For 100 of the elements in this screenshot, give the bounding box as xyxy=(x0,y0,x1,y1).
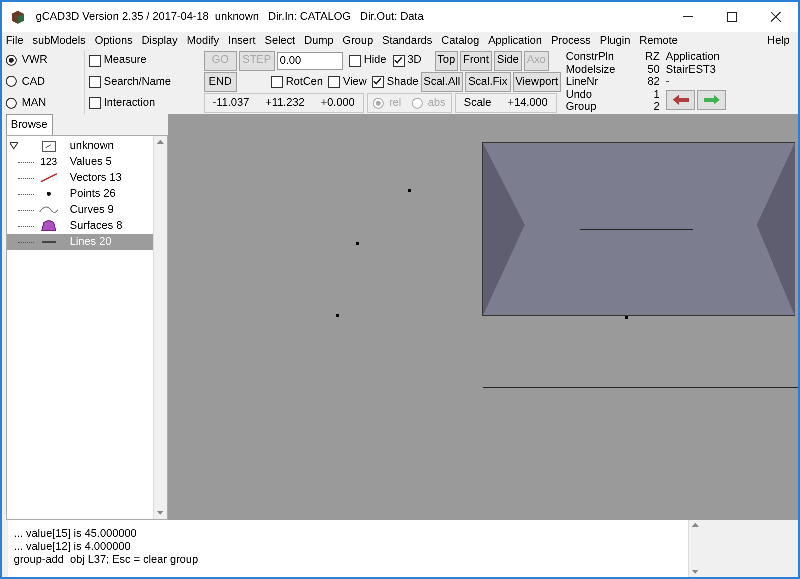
checkbox[interactable]: View xyxy=(328,74,367,90)
checkbox-box[interactable] xyxy=(271,76,283,88)
window-title: gCAD3D Version 2.35 / 2017-04-18 unknown Dir.In: CATALOG Dir.Out: Data xyxy=(36,10,425,25)
radio-button[interactable] xyxy=(6,55,17,66)
menu-item[interactable]: Group xyxy=(342,32,374,50)
tree-item[interactable]: Surfaces 8 xyxy=(7,218,153,234)
tree-item[interactable]: 123 Values 5 xyxy=(7,154,153,170)
checkbox[interactable]: Hide xyxy=(349,52,387,69)
tree-item[interactable]: unknown xyxy=(7,138,153,154)
back-button[interactable] xyxy=(666,90,695,110)
point xyxy=(336,314,339,317)
info-value: 82 xyxy=(648,76,660,88)
checkbox-box[interactable] xyxy=(89,97,101,110)
info-label: Undo xyxy=(566,88,592,101)
checkbox-box[interactable] xyxy=(89,54,101,67)
info-label: Group xyxy=(566,101,597,114)
checkbox-label: Shade xyxy=(386,74,419,90)
checkbox-box[interactable] xyxy=(372,76,384,88)
checkbox-box[interactable] xyxy=(328,76,340,88)
toolbar-button[interactable]: Scal.Fix xyxy=(465,72,511,92)
menu-item[interactable]: Options xyxy=(94,32,133,50)
menu-item[interactable]: Process xyxy=(551,32,592,50)
values-icon: 123 xyxy=(40,154,58,170)
maximize-icon[interactable] xyxy=(727,12,737,22)
checkbox-label: RotCen xyxy=(286,74,324,90)
message-line: ... value[15] is 45.000000 xyxy=(14,528,138,541)
checkbox-label: Interaction xyxy=(104,96,156,112)
checkbox-label: View xyxy=(343,74,367,90)
scale-value: +14.000 xyxy=(508,96,548,112)
radio-label: MAN xyxy=(22,96,46,112)
radio-option[interactable]: MAN xyxy=(6,95,84,112)
radio-option[interactable]: VWR xyxy=(6,52,84,69)
menu-item[interactable]: Plugin xyxy=(600,32,631,50)
menu-item[interactable]: Modify xyxy=(186,32,220,50)
info-value: 2 xyxy=(654,101,660,114)
tree-label: Points 26 xyxy=(70,186,116,202)
menu-item[interactable]: Application xyxy=(488,32,542,50)
tree-item[interactable]: Curves 9 xyxy=(7,202,153,218)
info-label: LineNr xyxy=(566,76,598,88)
application-text: Application xyxy=(666,51,721,64)
radio-label: CAD xyxy=(22,74,46,90)
document-icon xyxy=(42,140,56,152)
tree-label: Curves 9 xyxy=(70,202,114,218)
step-input[interactable]: 0.00 xyxy=(277,52,343,70)
checkbox[interactable]: Interaction xyxy=(89,95,204,112)
point xyxy=(408,189,411,192)
surface-icon xyxy=(41,220,57,232)
tree-label: Lines 20 xyxy=(70,234,112,250)
menu-item[interactable]: Standards xyxy=(382,32,433,50)
radio-option[interactable]: CAD xyxy=(6,74,84,90)
checkbox[interactable]: Search/Name xyxy=(89,74,204,90)
radio-button[interactable] xyxy=(6,98,17,109)
browse-tab[interactable]: Browse xyxy=(6,114,53,135)
info-value: RZ xyxy=(645,51,660,64)
checkbox-label: 3D xyxy=(408,53,422,68)
point xyxy=(625,316,628,319)
checkbox-label: Hide xyxy=(364,53,387,68)
menu-item[interactable]: Display xyxy=(142,32,178,50)
tree-item[interactable]: Vectors 13 xyxy=(7,170,153,186)
menu-item[interactable]: Insert xyxy=(228,32,256,50)
menu-item[interactable]: File xyxy=(6,32,24,50)
menu-item[interactable]: Select xyxy=(264,32,296,50)
checkbox-box[interactable] xyxy=(349,54,361,67)
toolbar-button[interactable]: Top xyxy=(434,50,458,71)
toolbar-button[interactable]: Scal.All xyxy=(420,72,464,92)
close-icon[interactable] xyxy=(771,12,781,22)
app-logo-icon xyxy=(12,10,24,24)
menu-item[interactable]: Catalog xyxy=(442,32,480,50)
toolbar-button[interactable]: Viewport xyxy=(512,72,562,92)
menu-item[interactable]: Help xyxy=(767,32,790,50)
scrollbar[interactable] xyxy=(153,136,167,519)
radio-label: abs xyxy=(428,96,446,112)
checkbox[interactable]: Measure xyxy=(89,52,204,69)
menu-item[interactable]: Remote xyxy=(640,32,678,50)
scrollbar[interactable] xyxy=(688,520,702,577)
line-icon xyxy=(42,241,56,243)
curve-icon xyxy=(39,206,59,214)
checkbox-box[interactable] xyxy=(392,54,405,67)
tree-item[interactable]: Points 26 xyxy=(7,186,153,202)
info-label: ConstrPln xyxy=(566,51,614,64)
checkbox-label: Search/Name xyxy=(104,74,172,90)
checkbox-box[interactable] xyxy=(89,76,101,88)
radio-button[interactable] xyxy=(6,76,17,88)
coordinate-value: +11.232 xyxy=(266,96,305,112)
menu-item[interactable]: subModels xyxy=(32,32,86,50)
menu-item[interactable]: Dump xyxy=(304,32,334,50)
toolbar-button[interactable]: END xyxy=(204,72,237,92)
expand-icon[interactable] xyxy=(10,142,18,150)
check-icon xyxy=(373,77,382,86)
arrow-left-icon xyxy=(672,94,688,104)
checkbox[interactable]: Shade xyxy=(372,74,419,90)
scale-label: Scale xyxy=(464,96,492,112)
application-text: StairEST3 xyxy=(666,64,718,76)
toolbar-button[interactable]: Front xyxy=(460,50,492,71)
toolbar-button[interactable]: Side xyxy=(494,50,522,71)
message-line: group-add obj L37; Esc = clear group xyxy=(14,554,200,567)
checkbox[interactable]: 3D xyxy=(392,52,433,69)
tree-label: Values 5 xyxy=(70,154,112,170)
checkbox[interactable]: RotCen xyxy=(271,74,324,90)
tree-label: unknown xyxy=(70,138,114,154)
